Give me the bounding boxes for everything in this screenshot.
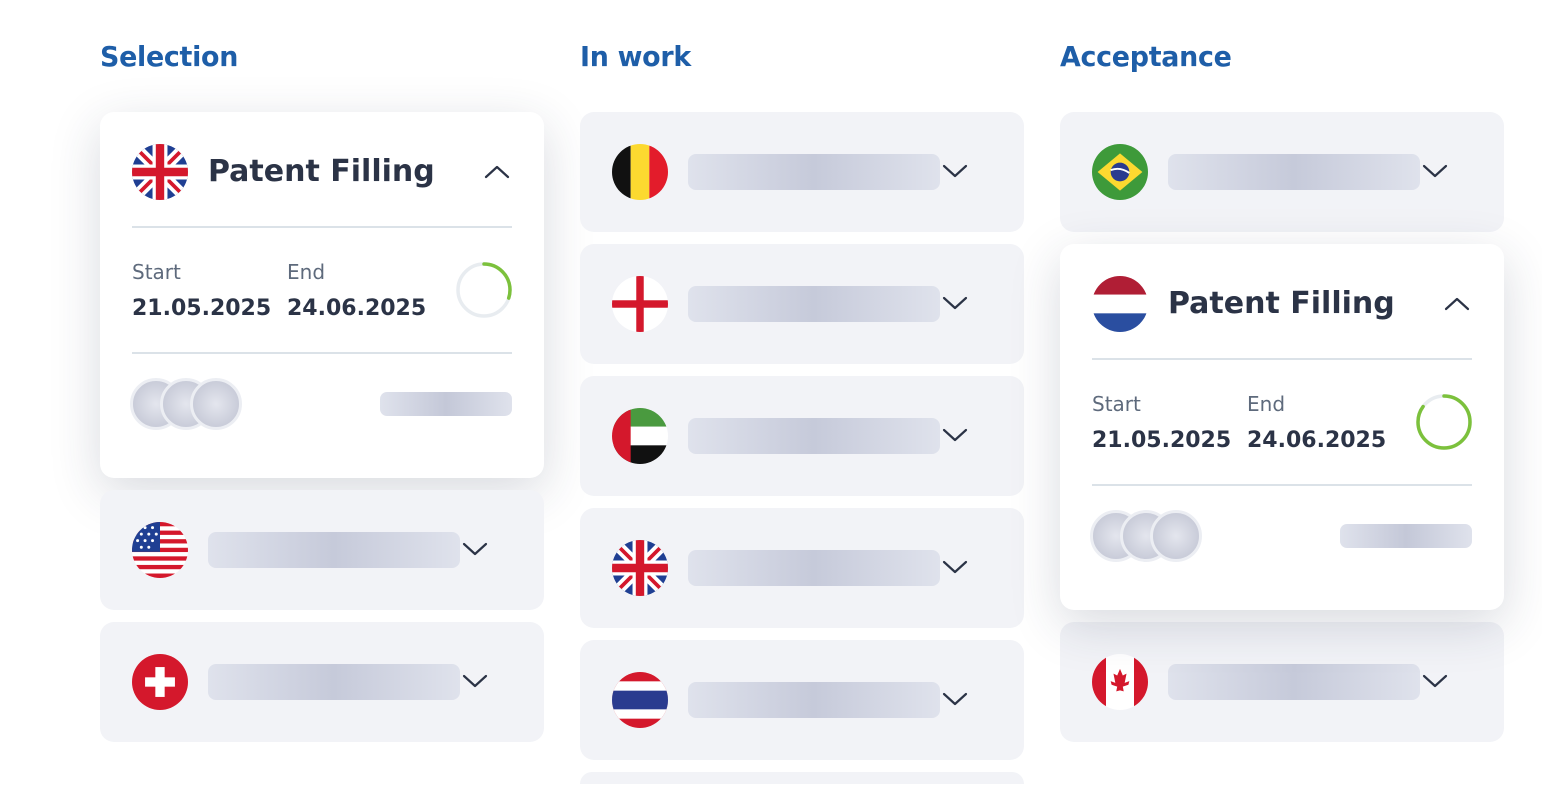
brazil-flag-icon xyxy=(1092,144,1148,200)
start-date: 21.05.2025 xyxy=(132,296,272,321)
divider xyxy=(1092,358,1472,360)
chevron-down-icon[interactable] xyxy=(942,692,968,706)
column-title: In work xyxy=(580,40,691,73)
collapsed-card[interactable] xyxy=(580,112,1024,232)
uk-flag-icon xyxy=(612,540,668,596)
title-placeholder xyxy=(688,682,940,718)
usa-flag-icon xyxy=(132,522,188,578)
title-placeholder xyxy=(688,154,940,190)
card-title: Patent Filling xyxy=(1168,286,1395,321)
avatar[interactable] xyxy=(190,378,242,430)
chevron-up-icon[interactable] xyxy=(484,164,510,179)
uk-flag-icon xyxy=(132,144,188,200)
status-placeholder xyxy=(1340,524,1472,548)
card-header[interactable]: Patent Filling xyxy=(100,112,544,228)
belgium-flag-icon xyxy=(612,144,668,200)
title-placeholder xyxy=(688,286,940,322)
england-flag-icon xyxy=(612,276,668,332)
assignee-avatars[interactable] xyxy=(1090,510,1210,564)
title-placeholder xyxy=(1168,154,1420,190)
divider xyxy=(1092,484,1472,486)
title-placeholder xyxy=(688,418,940,454)
collapsed-card[interactable] xyxy=(100,490,544,610)
collapsed-card[interactable] xyxy=(1060,112,1504,232)
collapsed-card-partial[interactable] xyxy=(580,772,1024,784)
chevron-down-icon[interactable] xyxy=(1422,164,1448,178)
title-placeholder xyxy=(208,664,460,700)
chevron-down-icon[interactable] xyxy=(462,542,488,556)
thailand-flag-icon xyxy=(612,672,668,728)
start-label: Start xyxy=(1092,392,1141,416)
end-date: 24.06.2025 xyxy=(1247,428,1387,453)
assignee-avatars[interactable] xyxy=(130,378,250,432)
expanded-card[interactable]: Patent Filling Start End 21.05.2025 24.0… xyxy=(100,112,544,478)
chevron-down-icon[interactable] xyxy=(942,560,968,574)
title-placeholder xyxy=(208,532,460,568)
progress-ring xyxy=(1414,392,1474,452)
expanded-card[interactable]: Patent Filling Start End 21.05.2025 24.0… xyxy=(1060,244,1504,610)
end-date: 24.06.2025 xyxy=(287,296,427,321)
column-title: Acceptance xyxy=(1060,40,1232,73)
collapsed-card[interactable] xyxy=(580,244,1024,364)
column-title: Selection xyxy=(100,40,239,73)
title-placeholder xyxy=(1168,664,1420,700)
card-title: Patent Filling xyxy=(208,154,435,189)
collapsed-card[interactable] xyxy=(580,376,1024,496)
netherlands-flag-icon xyxy=(1092,276,1148,332)
end-label: End xyxy=(1247,392,1286,416)
title-placeholder xyxy=(688,550,940,586)
divider xyxy=(132,226,512,228)
collapsed-card[interactable] xyxy=(580,508,1024,628)
collapsed-card[interactable] xyxy=(1060,622,1504,742)
status-placeholder xyxy=(380,392,512,416)
uae-flag-icon xyxy=(612,408,668,464)
switzerland-flag-icon xyxy=(132,654,188,710)
chevron-down-icon[interactable] xyxy=(942,428,968,442)
chevron-down-icon[interactable] xyxy=(942,296,968,310)
start-label: Start xyxy=(132,260,181,284)
collapsed-card[interactable] xyxy=(100,622,544,742)
chevron-up-icon[interactable] xyxy=(1444,296,1470,311)
end-label: End xyxy=(287,260,326,284)
canada-flag-icon xyxy=(1092,654,1148,710)
chevron-down-icon[interactable] xyxy=(942,164,968,178)
chevron-down-icon[interactable] xyxy=(462,674,488,688)
start-date: 21.05.2025 xyxy=(1092,428,1232,453)
card-header[interactable]: Patent Filling xyxy=(1060,244,1504,360)
progress-ring xyxy=(454,260,514,320)
divider xyxy=(132,352,512,354)
chevron-down-icon[interactable] xyxy=(1422,674,1448,688)
collapsed-card[interactable] xyxy=(580,640,1024,760)
avatar[interactable] xyxy=(1150,510,1202,562)
